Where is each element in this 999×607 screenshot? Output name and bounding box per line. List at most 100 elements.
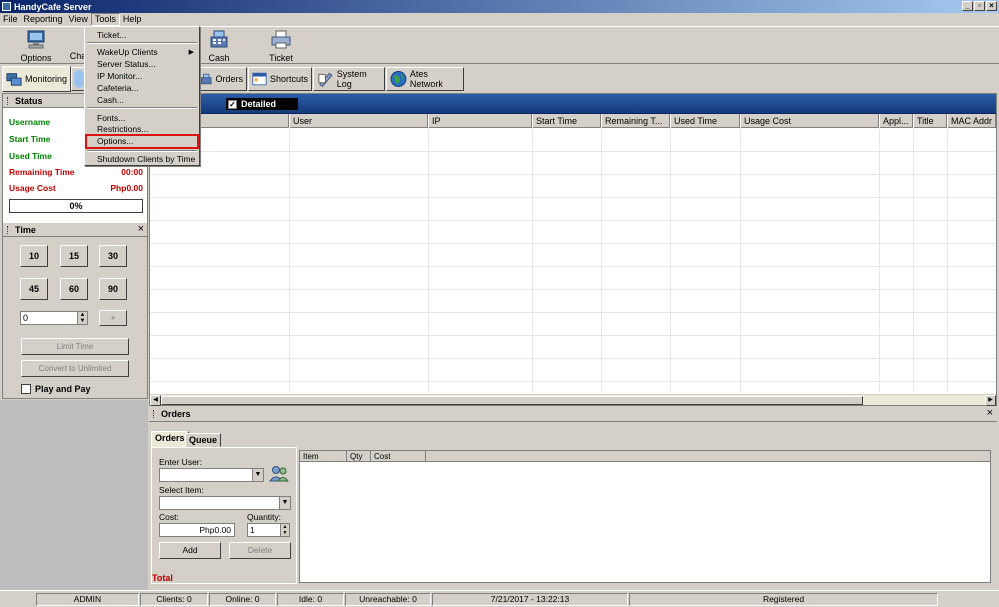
menu-item-cafeteria[interactable]: Cafeteria... <box>97 83 139 93</box>
status-user: ADMIN <box>36 593 139 606</box>
close-icon[interactable]: × <box>987 407 993 419</box>
tab-queue[interactable]: Queue <box>185 433 222 447</box>
col-usage-cost[interactable]: Usage Cost <box>740 114 879 128</box>
options-toolbar-label: Options <box>20 53 52 63</box>
chevron-down-icon[interactable]: ▼ <box>279 497 290 509</box>
cash-toolbar-button[interactable]: Cash <box>205 29 233 63</box>
time-10-button[interactable]: 10 <box>20 245 48 267</box>
tab-shortcuts[interactable]: Shortcuts <box>248 67 312 91</box>
cash-register-icon <box>201 73 212 85</box>
chevron-down-icon[interactable]: ▼ <box>252 469 263 481</box>
col-user[interactable]: User <box>289 114 428 128</box>
enter-user-label: Enter User: <box>159 457 202 467</box>
quantity-stepper[interactable]: 1 ▲ ▼ <box>247 523 290 537</box>
grid-line <box>879 129 880 392</box>
users-icon[interactable] <box>268 464 290 484</box>
col-application[interactable]: Appl... <box>879 114 913 128</box>
left-empty-area <box>0 400 148 590</box>
select-item-label: Select Item: <box>159 485 204 495</box>
options-toolbar-button[interactable]: Options <box>20 29 52 63</box>
menu-item-shutdown-by-time[interactable]: Shutdown Clients by Time <box>97 154 195 164</box>
menu-help[interactable]: Help <box>120 13 145 26</box>
cost-field[interactable]: Php0.00 <box>159 523 235 537</box>
col-ip[interactable]: IP <box>428 114 532 128</box>
menu-item-ticket[interactable]: Ticket... <box>97 30 126 40</box>
total-label: Total <box>152 573 173 583</box>
menu-item-ip-monitor[interactable]: IP Monitor... <box>97 71 142 81</box>
add-time-button[interactable]: + <box>99 310 127 326</box>
tab-system-log[interactable]: System Log <box>313 67 385 91</box>
grid-body[interactable] <box>150 129 996 392</box>
tab-orders-sub[interactable]: Orders <box>151 431 189 448</box>
start-time-label: Start Time <box>9 134 51 144</box>
grip-handle[interactable] <box>7 225 9 234</box>
order-items-list[interactable]: Item Qty Cost <box>299 450 991 583</box>
close-icon[interactable]: × <box>138 223 144 235</box>
col-title[interactable]: Title <box>913 114 947 128</box>
grid-line <box>150 151 996 152</box>
menu-file[interactable]: File <box>0 13 21 26</box>
menu-item-wakeup-clients[interactable]: WakeUp Clients <box>97 47 158 57</box>
col-qty[interactable]: Qty <box>347 451 371 462</box>
enter-user-combo[interactable]: ▼ <box>159 468 264 482</box>
col-cost[interactable]: Cost <box>371 451 426 462</box>
select-item-combo[interactable]: ▼ <box>159 496 291 510</box>
usage-progress-bar: 0% <box>9 199 143 213</box>
restore-button[interactable]: ▫ <box>974 1 985 11</box>
play-and-pay-checkbox[interactable]: Play and Pay <box>21 384 91 394</box>
ticket-toolbar-button[interactable]: Ticket <box>266 29 296 63</box>
scroll-thumb[interactable] <box>161 396 863 405</box>
globe-icon <box>390 71 407 87</box>
time-90-button[interactable]: 90 <box>99 278 127 300</box>
delete-button[interactable]: Delete <box>229 542 291 559</box>
grip-handle[interactable] <box>153 410 155 418</box>
tab-monitoring[interactable]: Monitoring <box>2 66 71 92</box>
time-60-button[interactable]: 60 <box>60 278 88 300</box>
scroll-left-icon[interactable]: ◀ <box>150 395 161 406</box>
tab-shortcuts-label: Shortcuts <box>269 74 308 84</box>
window-title: HandyCafe Server <box>14 1 92 12</box>
col-item[interactable]: Item <box>300 451 347 462</box>
menu-item-fonts[interactable]: Fonts... <box>97 113 125 123</box>
time-15-button[interactable]: 15 <box>60 245 88 267</box>
tab-orders[interactable]: Orders <box>196 67 247 91</box>
close-button[interactable]: × <box>986 1 997 11</box>
minutes-stepper[interactable]: 0 ▲ ▼ <box>20 311 88 325</box>
status-bar: ADMIN Clients: 0 Online: 0 Idle: 0 Unrea… <box>0 590 999 607</box>
check-icon[interactable]: ✓ <box>228 99 237 109</box>
detailed-toggle[interactable]: ✓ Detailed <box>226 98 298 110</box>
stepper-arrows-icon[interactable]: ▲ ▼ <box>280 524 289 536</box>
horizontal-scrollbar[interactable]: ◀ ▶ <box>150 394 996 406</box>
convert-unlimited-button[interactable]: Convert to Unlimited <box>21 360 129 377</box>
menu-item-restrictions[interactable]: Restrictions... <box>97 124 149 134</box>
checkbox-box[interactable] <box>21 384 31 394</box>
tab-orders-label: Orders <box>215 74 243 84</box>
scroll-right-icon[interactable]: ▶ <box>985 395 996 406</box>
menu-tools[interactable]: Tools <box>90 13 120 26</box>
order-form: Enter User: ▼ Select Item: ▼ Cost: Php0.… <box>151 447 297 584</box>
add-button[interactable]: Add <box>159 542 221 559</box>
cash-register-icon <box>210 30 228 48</box>
menu-item-cash[interactable]: Cash... <box>97 95 124 105</box>
tab-hidden[interactable] <box>71 67 85 91</box>
col-remaining-time[interactable]: Remaining T... <box>601 114 670 128</box>
computer-icon <box>27 30 45 49</box>
col-used-time[interactable]: Used Time <box>670 114 740 128</box>
time-panel-title: Time <box>15 224 36 235</box>
time-45-button[interactable]: 45 <box>20 278 48 300</box>
menu-reporting[interactable]: Reporting <box>21 13 66 26</box>
tab-ates-network[interactable]: Ates Network <box>386 67 464 91</box>
menu-item-server-status[interactable]: Server Status... <box>97 59 156 69</box>
grid-line <box>601 129 602 392</box>
limit-time-button[interactable]: Limit Time <box>21 338 129 355</box>
menu-view[interactable]: View <box>66 13 91 26</box>
grip-handle[interactable] <box>7 96 9 105</box>
stepper-arrows-icon[interactable]: ▲ ▼ <box>77 312 87 324</box>
time-30-button[interactable]: 30 <box>99 245 127 267</box>
menu-item-options[interactable]: Options... <box>85 134 199 149</box>
title-bar: HandyCafe Server _ ▫ × <box>0 0 999 13</box>
col-start-time[interactable]: Start Time <box>532 114 601 128</box>
minimize-button[interactable]: _ <box>962 1 973 11</box>
col-mac-address[interactable]: MAC Addr <box>947 114 996 128</box>
status-registered: Registered <box>629 593 938 606</box>
